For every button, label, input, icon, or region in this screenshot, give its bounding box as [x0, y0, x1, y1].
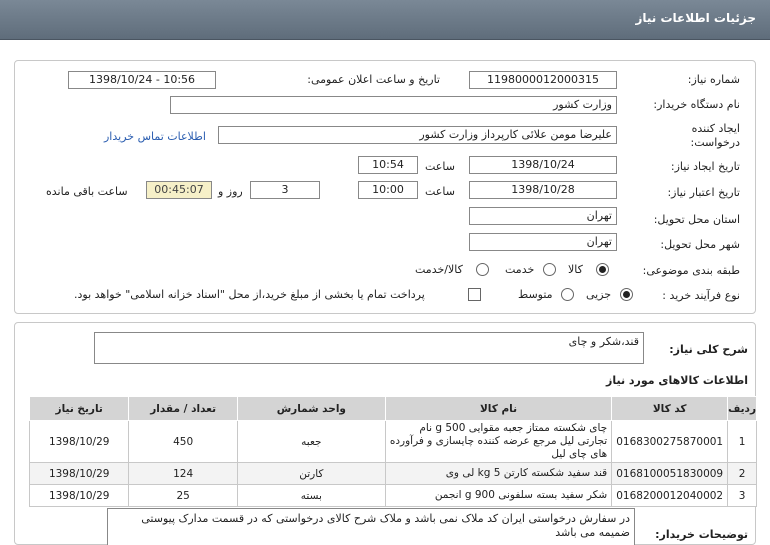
category-option-goods-service: کالا/خدمت — [415, 263, 463, 276]
page-title: جزئیات اطلاعات نیاز — [635, 11, 756, 25]
col-quantity: تعداد / مقدار — [128, 396, 238, 421]
cell-need-date: 1398/10/29 — [28, 484, 130, 507]
validity-date-label: تاریخ اعتبار نیاز: — [667, 186, 740, 199]
cell-row-number: 1 — [727, 420, 757, 463]
validity-time-label: ساعت — [425, 185, 455, 198]
validity-date-field: 1398/10/28 — [469, 181, 617, 199]
announce-label: تاریخ و ساعت اعلان عمومی: — [307, 73, 440, 86]
cell-quantity: 25 — [128, 484, 238, 507]
buyer-org-field: وزارت کشور — [170, 96, 617, 114]
table-row: 3 0168200012040002 شکر سفید بسته سلفونی … — [28, 484, 757, 507]
category-label: طبقه بندی موضوعی: — [642, 264, 740, 277]
items-section-title: اطلاعات کالاهای مورد نیاز — [606, 374, 748, 387]
need-number-label: شماره نیاز: — [687, 73, 740, 86]
buyer-org-label: نام دستگاه خریدار: — [653, 98, 740, 111]
page-header: جزئیات اطلاعات نیاز — [0, 0, 770, 40]
col-item-code: کد کالا — [611, 396, 729, 421]
creator-label-1: ایجاد کننده — [691, 122, 740, 135]
treasury-payment-note: پرداخت تمام یا بخشی از مبلغ خرید،از محل … — [74, 288, 425, 301]
creator-field: علیرضا مومن علائی کارپرداز وزارت کشور — [218, 126, 617, 144]
province-label: استان محل تحویل: — [653, 213, 740, 226]
cell-quantity: 450 — [128, 420, 238, 463]
province-field: تهران — [469, 207, 617, 225]
validity-time-field: 10:00 — [358, 181, 418, 199]
cell-item-name: چای شکسته ممتاز جعبه مقوایی 500 g نام تج… — [384, 420, 613, 463]
created-date-label: تاریخ ایجاد نیاز: — [670, 160, 740, 173]
cell-unit: کارتن — [236, 462, 386, 485]
process-label: نوع فرآیند خرید : — [662, 289, 740, 302]
category-radio-service[interactable] — [543, 263, 556, 276]
summary-label: شرح کلی نیاز: — [669, 343, 748, 356]
col-unit: واحد شمارش — [236, 396, 386, 421]
city-label: شهر محل تحویل: — [660, 238, 740, 251]
buyer-notes-label: توضیحات خریدار: — [655, 528, 748, 541]
cell-item-name: شکر سفید بسته سلفونی 900 g انجمن — [384, 484, 613, 507]
buyer-notes-field: در سفارش درخواستی ایران کد ملاک نمی باشد… — [107, 508, 635, 545]
cell-item-name: قند سفید شکسته کارتن 5 kg لی وی — [384, 462, 613, 485]
process-option-minor: جزیی — [586, 288, 612, 301]
cell-need-date: 1398/10/29 — [28, 462, 130, 485]
announce-field: 1398/10/24 - 10:56 — [68, 71, 216, 89]
cell-item-code: 0168300275870001 — [611, 420, 729, 463]
cell-item-code: 0168200012040002 — [611, 484, 729, 507]
cell-unit: بسته — [236, 484, 386, 507]
cell-quantity: 124 — [128, 462, 238, 485]
treasury-payment-checkbox[interactable] — [468, 288, 481, 301]
process-radio-medium[interactable] — [561, 288, 574, 301]
col-item-name: نام کالا — [384, 396, 613, 421]
process-option-medium: متوسط — [518, 288, 553, 301]
cell-item-code: 0168100051830009 — [611, 462, 729, 485]
cell-need-date: 1398/10/29 — [28, 420, 130, 463]
days-label: روز و — [218, 185, 243, 198]
created-date-field: 1398/10/24 — [469, 156, 617, 174]
category-radio-goods[interactable] — [596, 263, 609, 276]
created-time-label: ساعت — [425, 160, 455, 173]
category-option-goods: کالا — [568, 263, 583, 276]
remaining-days-field: 3 — [250, 181, 320, 199]
category-option-service: خدمت — [505, 263, 535, 276]
col-row-number: ردیف — [727, 396, 757, 421]
col-need-date: تاریخ نیاز — [28, 396, 130, 421]
need-number-field: 1198000012000315 — [469, 71, 617, 89]
created-time-field: 10:54 — [358, 156, 418, 174]
items-table-header: ردیف کد کالا نام کالا واحد شمارش تعداد /… — [28, 396, 757, 421]
remaining-time-field: 00:45:07 — [146, 181, 212, 199]
category-radio-goods-service[interactable] — [476, 263, 489, 276]
cell-row-number: 3 — [727, 484, 757, 507]
creator-label-2: درخواست: — [690, 136, 740, 149]
city-field: تهران — [469, 233, 617, 251]
cell-unit: جعبه — [236, 420, 386, 463]
table-row: 1 0168300275870001 چای شکسته ممتاز جعبه … — [28, 420, 757, 463]
table-row: 2 0168100051830009 قند سفید شکسته کارتن … — [28, 462, 757, 485]
summary-field: قند،شکر و چای — [94, 332, 644, 364]
contact-buyer-link[interactable]: اطلاعات تماس خریدار — [104, 130, 206, 143]
process-radio-minor[interactable] — [620, 288, 633, 301]
items-table: ردیف کد کالا نام کالا واحد شمارش تعداد /… — [28, 396, 757, 507]
remaining-label: ساعت باقی مانده — [46, 185, 128, 198]
cell-row-number: 2 — [727, 462, 757, 485]
